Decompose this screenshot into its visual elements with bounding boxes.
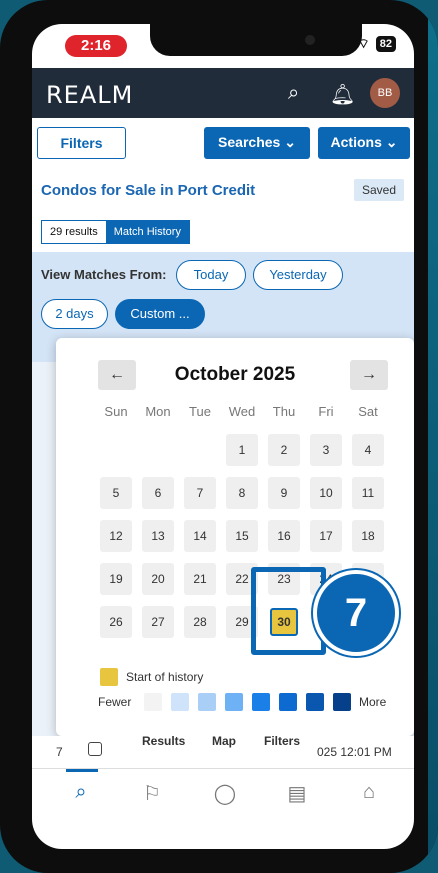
day-cell[interactable]: 19 bbox=[100, 563, 132, 595]
custom-pill[interactable]: Custom ... bbox=[115, 299, 205, 329]
day-cell[interactable]: 6 bbox=[142, 477, 174, 509]
activity-scale-swatch bbox=[198, 693, 216, 711]
home-tab-icon[interactable]: ⌂ bbox=[354, 781, 384, 809]
page-title[interactable]: Condos for Sale in Port Credit bbox=[41, 182, 255, 199]
weekday-header: Sun bbox=[104, 404, 128, 419]
row-date: 025 12:01 PM bbox=[317, 745, 392, 759]
underlying-row: 7 Results Map Filters 025 12:01 PM bbox=[32, 734, 414, 768]
match-history-tab[interactable]: Match History bbox=[105, 221, 189, 243]
weekday-header: Wed bbox=[228, 404, 256, 419]
app-header: REALM ⌕ 🔔︎ BB bbox=[32, 68, 414, 118]
chat-tab-icon[interactable]: ◯ bbox=[210, 781, 240, 809]
two-days-pill[interactable]: 2 days bbox=[41, 299, 108, 329]
day-cell[interactable]: 13 bbox=[142, 520, 174, 552]
day-cell[interactable]: 2 bbox=[268, 434, 300, 466]
activity-scale-swatch bbox=[225, 693, 243, 711]
weekday-header: Thu bbox=[272, 404, 296, 419]
saved-badge: Saved bbox=[353, 179, 404, 201]
view-segment: 29 results Match History bbox=[41, 220, 190, 244]
view-matches-label: View Matches From: bbox=[41, 267, 167, 282]
activity-scale-swatch bbox=[252, 693, 270, 711]
background-edge bbox=[428, 0, 438, 873]
activity-scale-swatch bbox=[171, 693, 189, 711]
next-month-button[interactable]: → bbox=[350, 360, 388, 390]
activity-scale-swatch bbox=[144, 693, 162, 711]
day-cell[interactable]: 21 bbox=[184, 563, 216, 595]
phone-frame: 2:16 ▮▮▮ ⌔ 82 REALM ⌕ 🔔︎ BB Filters Sear… bbox=[0, 0, 438, 873]
step-badge: 7 bbox=[313, 570, 399, 656]
results-footer-tab[interactable]: Results bbox=[142, 734, 185, 748]
weekday-header: Mon bbox=[145, 404, 171, 419]
fewer-label: Fewer bbox=[98, 695, 132, 709]
activity-scale-swatch bbox=[306, 693, 324, 711]
row-checkbox[interactable] bbox=[88, 742, 102, 756]
day-cell[interactable]: 12 bbox=[100, 520, 132, 552]
status-time: 2:16 bbox=[65, 35, 127, 57]
bookmark-tab-icon[interactable]: ⚐ bbox=[137, 781, 167, 809]
search-tab-icon[interactable]: ⌕ bbox=[66, 781, 96, 809]
calendar-popup: ← October 2025 → Start of history Fewer … bbox=[56, 338, 414, 736]
bottom-tab-bar: ⌕ ⚐ ◯ ▤ ⌂ bbox=[32, 768, 414, 818]
day-cell[interactable]: 9 bbox=[268, 477, 300, 509]
phone-screen: 2:16 ▮▮▮ ⌔ 82 REALM ⌕ 🔔︎ BB Filters Sear… bbox=[32, 24, 414, 849]
avatar[interactable]: BB bbox=[370, 78, 400, 108]
history-swatch bbox=[100, 668, 118, 686]
activity-scale-swatch bbox=[333, 693, 351, 711]
filters-footer-tab[interactable]: Filters bbox=[264, 734, 300, 748]
searches-button[interactable]: Searches ⌄ bbox=[204, 127, 310, 159]
results-tab[interactable]: 29 results bbox=[42, 221, 106, 243]
actions-button[interactable]: Actions ⌄ bbox=[318, 127, 410, 159]
day-cell[interactable]: 16 bbox=[268, 520, 300, 552]
day-cell[interactable]: 26 bbox=[100, 606, 132, 638]
day-cell[interactable]: 20 bbox=[142, 563, 174, 595]
day-cell[interactable]: 27 bbox=[142, 606, 174, 638]
realm-logo[interactable]: REALM bbox=[46, 81, 133, 109]
day-cell[interactable]: 3 bbox=[310, 434, 342, 466]
start-of-history-label: Start of history bbox=[126, 670, 204, 684]
today-pill[interactable]: Today bbox=[176, 260, 246, 290]
weekday-header: Fri bbox=[318, 404, 334, 419]
notch bbox=[150, 24, 362, 56]
day-cell[interactable]: 1 bbox=[226, 434, 258, 466]
filters-button[interactable]: Filters bbox=[37, 127, 126, 159]
search-icon[interactable]: ⌕ bbox=[288, 82, 299, 105]
day-cell[interactable]: 4 bbox=[352, 434, 384, 466]
day-cell[interactable]: 7 bbox=[184, 477, 216, 509]
active-tab-indicator bbox=[66, 769, 98, 772]
day-cell[interactable]: 5 bbox=[100, 477, 132, 509]
day-cell[interactable]: 15 bbox=[226, 520, 258, 552]
activity-scale-swatch bbox=[279, 693, 297, 711]
battery-icon: 82 bbox=[375, 36, 396, 52]
camera bbox=[305, 35, 315, 45]
day-cell[interactable]: 11 bbox=[352, 477, 384, 509]
row-number: 7 bbox=[56, 745, 63, 759]
day-cell[interactable]: 8 bbox=[226, 477, 258, 509]
weekday-header: Tue bbox=[189, 404, 211, 419]
day-cell[interactable]: 17 bbox=[310, 520, 342, 552]
map-footer-tab[interactable]: Map bbox=[212, 734, 236, 748]
day-cell[interactable]: 10 bbox=[310, 477, 342, 509]
more-label: More bbox=[359, 695, 387, 709]
day-cell[interactable]: 28 bbox=[184, 606, 216, 638]
day-cell[interactable]: 14 bbox=[184, 520, 216, 552]
weekday-header: Sat bbox=[358, 404, 378, 419]
yesterday-pill[interactable]: Yesterday bbox=[253, 260, 343, 290]
bell-icon[interactable]: 🔔︎ bbox=[330, 82, 355, 107]
documents-tab-icon[interactable]: ▤ bbox=[282, 781, 312, 809]
day-cell[interactable]: 18 bbox=[352, 520, 384, 552]
